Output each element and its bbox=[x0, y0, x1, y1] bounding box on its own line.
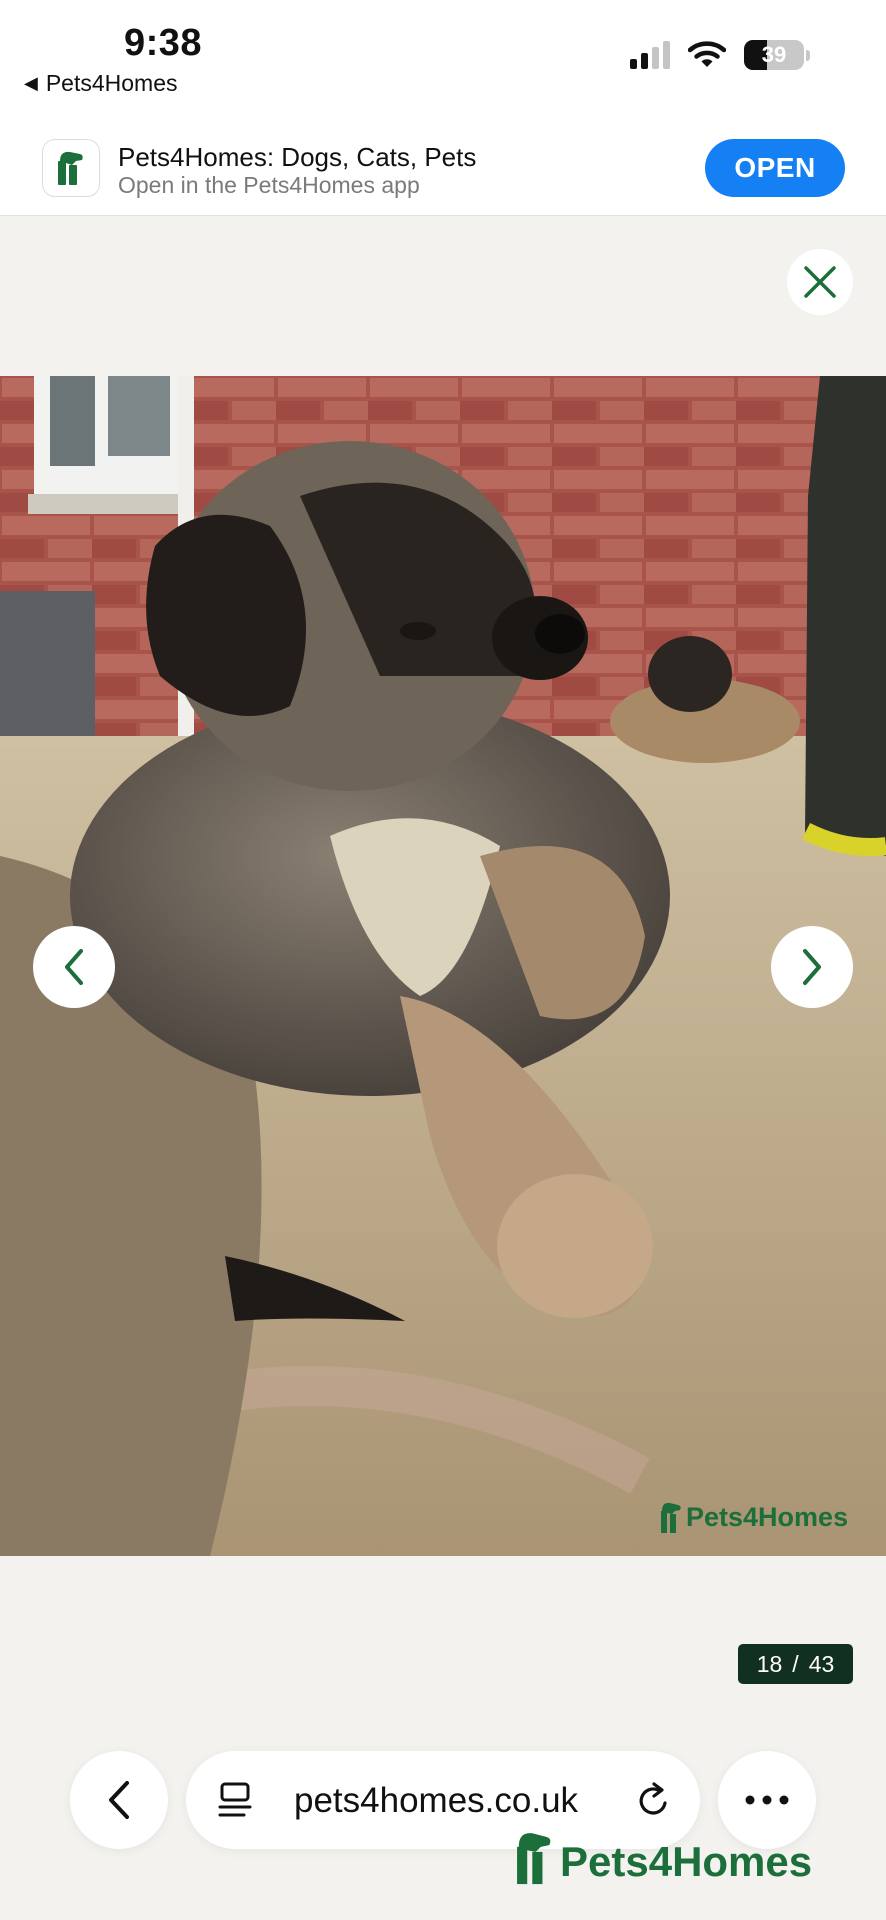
chevron-right-icon bbox=[803, 949, 821, 985]
photo-counter: 18 / 43 bbox=[738, 1644, 853, 1684]
browser-back-button[interactable] bbox=[70, 1751, 168, 1849]
wifi-icon bbox=[688, 41, 726, 67]
status-icons: 39 bbox=[630, 40, 810, 70]
pets4homes-logo-icon bbox=[517, 1833, 551, 1885]
total-photos: 43 bbox=[808, 1650, 835, 1677]
gallery-photo bbox=[0, 376, 886, 1556]
previous-photo-button[interactable] bbox=[33, 926, 115, 1008]
status-bar: 9:38 ◀ Pets4Homes 39 bbox=[0, 0, 886, 120]
cellular-signal-icon bbox=[630, 41, 670, 69]
chevron-left-icon bbox=[65, 949, 83, 985]
app-subtitle: Open in the Pets4Homes app bbox=[118, 172, 420, 198]
app-name: Pets4Homes: Dogs, Cats, Pets bbox=[118, 142, 477, 172]
status-time: 9:38 bbox=[124, 22, 203, 64]
back-to-app-link[interactable]: ◀ Pets4Homes bbox=[24, 70, 178, 97]
back-triangle-icon: ◀ bbox=[24, 73, 38, 93]
current-photo-index: 18 bbox=[756, 1650, 783, 1677]
more-dots-icon bbox=[745, 1795, 789, 1805]
chevron-left-icon bbox=[109, 1781, 129, 1819]
photo-watermark: Pets4Homes bbox=[658, 1500, 848, 1534]
close-gallery-button[interactable] bbox=[787, 249, 853, 315]
reload-icon[interactable] bbox=[636, 1781, 672, 1819]
battery-icon: 39 bbox=[744, 40, 804, 70]
close-icon bbox=[804, 266, 836, 298]
back-app-label: Pets4Homes bbox=[45, 70, 178, 96]
url-text: pets4homes.co.uk bbox=[294, 1781, 579, 1820]
counter-separator: / bbox=[792, 1650, 799, 1677]
watermark-text: Pets4Homes bbox=[686, 1501, 849, 1532]
next-photo-button[interactable] bbox=[771, 926, 853, 1008]
pets4homes-app-icon bbox=[42, 139, 100, 197]
smart-app-banner: Pets4Homes: Dogs, Cats, Pets Open in the… bbox=[0, 120, 886, 216]
brand-logo-text: Pets4Homes bbox=[560, 1838, 813, 1885]
pets4homes-logo-icon bbox=[661, 1502, 681, 1533]
battery-level: 39 bbox=[761, 42, 787, 67]
open-app-button[interactable]: OPEN bbox=[705, 139, 845, 197]
pets4homes-brand-logo: Pets4Homes bbox=[512, 1828, 812, 1886]
reader-mode-icon[interactable] bbox=[218, 1781, 252, 1819]
